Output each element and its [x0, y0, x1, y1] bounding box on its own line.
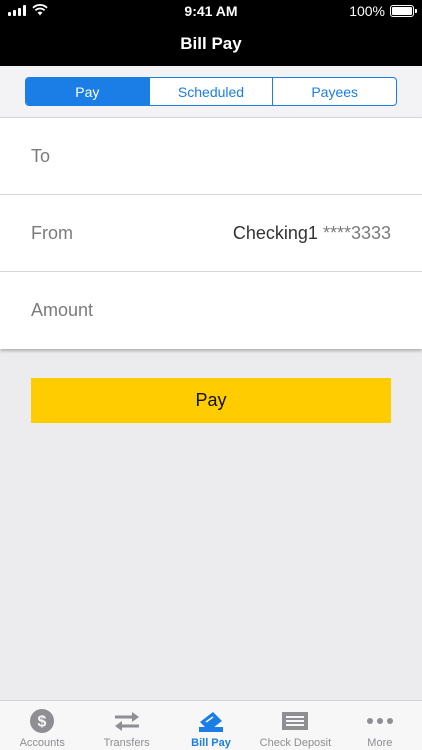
from-field[interactable]: From Checking1 ****3333	[0, 195, 422, 272]
pay-button[interactable]: Pay	[31, 378, 391, 423]
bill-pay-form: To From Checking1 ****3333 Amount	[0, 118, 422, 349]
bill-pay-icon	[197, 708, 225, 734]
from-label: From	[31, 222, 73, 243]
segment-container: Pay Scheduled Payees	[0, 66, 422, 118]
from-account-mask: ****3333	[322, 222, 391, 243]
more-dots-icon	[366, 708, 394, 734]
tab-check-deposit[interactable]: Check Deposit	[253, 701, 337, 750]
transfer-arrows-icon	[113, 708, 141, 734]
amount-field[interactable]: Amount	[0, 272, 422, 349]
segment-payees[interactable]: Payees	[272, 78, 396, 105]
segment-pay[interactable]: Pay	[26, 78, 149, 105]
svg-text:$: $	[38, 714, 47, 731]
tab-accounts[interactable]: $ Accounts	[0, 701, 84, 750]
tab-accounts-label: Accounts	[19, 737, 65, 749]
tab-bill-pay-label: Bill Pay	[191, 737, 231, 749]
from-account-value: Checking1 ****3333	[233, 223, 391, 244]
tab-more-label: More	[367, 737, 393, 749]
tab-bar: $ Accounts Transfers Bill Pay Check Depo…	[0, 700, 422, 750]
tab-bill-pay[interactable]: Bill Pay	[169, 701, 253, 750]
from-account-name: Checking1	[232, 222, 318, 243]
to-field[interactable]: To	[0, 118, 422, 195]
segmented-control: Pay Scheduled Payees	[25, 77, 397, 106]
navigation-bar: Bill Pay	[0, 22, 422, 66]
to-label: To	[31, 145, 51, 166]
tab-transfers-label: Transfers	[103, 737, 150, 749]
battery-icon	[390, 5, 417, 17]
tab-check-deposit-label: Check Deposit	[259, 737, 332, 749]
tab-transfers[interactable]: Transfers	[84, 701, 168, 750]
check-icon	[281, 708, 309, 734]
amount-label: Amount	[31, 300, 94, 320]
status-bar: 9:41 AM 100%	[0, 0, 422, 22]
dollar-circle-icon: $	[28, 708, 56, 734]
segment-scheduled[interactable]: Scheduled	[148, 78, 273, 105]
page-title: Bill Pay	[180, 34, 242, 53]
tab-more[interactable]: More	[338, 701, 422, 750]
battery-percent: 100%	[349, 3, 385, 19]
